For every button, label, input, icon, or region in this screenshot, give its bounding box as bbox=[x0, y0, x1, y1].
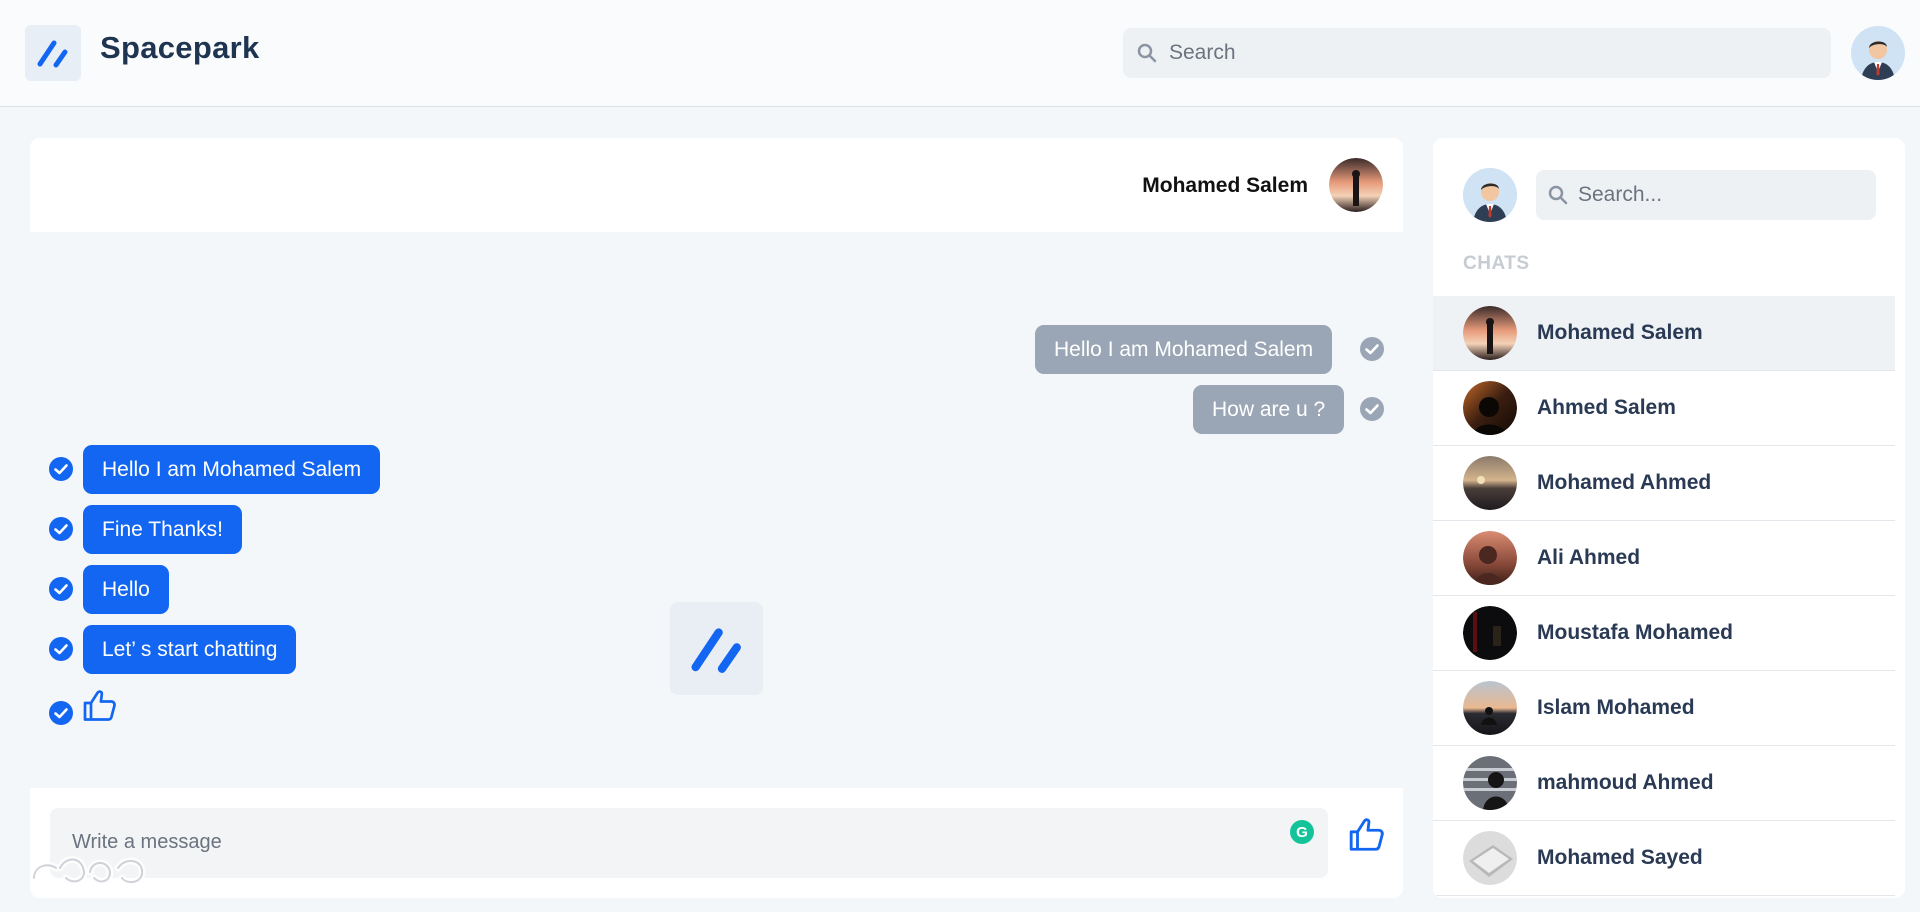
chat-avatar bbox=[1463, 456, 1517, 510]
chat-avatar bbox=[1463, 831, 1517, 885]
logo-icon bbox=[690, 627, 741, 673]
chat-name: Mohamed Sayed bbox=[1537, 846, 1703, 869]
send-like-button[interactable] bbox=[1348, 816, 1386, 854]
message-composer: G bbox=[30, 788, 1403, 898]
watermark-logo-icon bbox=[30, 856, 146, 886]
chat-contact-avatar[interactable] bbox=[1329, 158, 1383, 212]
user-avatar-icon bbox=[1851, 26, 1905, 80]
chat-header: Mohamed Salem bbox=[30, 138, 1403, 232]
chat-list-item[interactable]: Ali Ahmed bbox=[1433, 521, 1895, 596]
chat-name: Moustafa Mohamed bbox=[1537, 621, 1734, 644]
chat-avatar bbox=[1463, 381, 1517, 435]
app-logo[interactable] bbox=[25, 25, 81, 81]
thumbs-up-icon bbox=[83, 690, 116, 721]
laptop-icon bbox=[1463, 831, 1517, 885]
sunset-sitting-icon bbox=[1463, 681, 1517, 735]
chat-panel: Mohamed Salem Hello I am Mohamed Salem H… bbox=[30, 138, 1403, 898]
chat-list-item[interactable]: Moustafa Mohamed bbox=[1433, 596, 1895, 671]
chat-list-item[interactable]: Mohamed Ahmed bbox=[1433, 446, 1895, 521]
chat-name: Ali Ahmed bbox=[1537, 546, 1641, 569]
chat-name: Mohamed Ahmed bbox=[1537, 471, 1712, 494]
chat-search[interactable] bbox=[1536, 170, 1876, 220]
chat-avatar bbox=[1463, 606, 1517, 660]
message-sent: How are u ? bbox=[1193, 385, 1345, 434]
user-avatar[interactable] bbox=[1851, 26, 1905, 80]
message-received: Fine Thanks! bbox=[83, 505, 243, 554]
read-check-icon bbox=[49, 517, 73, 541]
read-check-icon bbox=[1360, 397, 1384, 421]
chat-list-item[interactable]: Mohamed Sayed bbox=[1433, 821, 1895, 896]
message-input-wrapper[interactable]: G bbox=[50, 808, 1328, 878]
chat-avatar bbox=[1463, 756, 1517, 810]
sunset-silhouette-icon bbox=[1329, 158, 1383, 212]
chat-name: Ahmed Salem bbox=[1537, 396, 1676, 419]
logo-icon bbox=[37, 40, 68, 68]
user-avatar-icon bbox=[1463, 168, 1517, 222]
window-silhouette-icon bbox=[1463, 756, 1517, 810]
message-received: Hello bbox=[83, 565, 169, 614]
global-search[interactable] bbox=[1123, 28, 1831, 78]
read-check-icon bbox=[49, 637, 73, 661]
grammarly-icon[interactable]: G bbox=[1290, 820, 1314, 844]
search-icon bbox=[1548, 185, 1568, 205]
chat-avatar bbox=[1463, 306, 1517, 360]
read-check-icon bbox=[49, 457, 73, 481]
night-silhouette-icon bbox=[1463, 606, 1517, 660]
chat-name: mahmoud Ahmed bbox=[1537, 771, 1714, 794]
read-check-icon bbox=[49, 701, 73, 725]
global-search-input[interactable] bbox=[1167, 40, 1811, 66]
woman-silhouette-icon bbox=[1463, 531, 1517, 585]
chat-name: Islam Mohamed bbox=[1537, 696, 1695, 719]
top-bar: Spacepark bbox=[0, 0, 1920, 107]
sunset-silhouette-icon bbox=[1463, 306, 1517, 360]
sidebar-user-avatar[interactable] bbox=[1463, 168, 1517, 222]
message-input[interactable] bbox=[70, 830, 1224, 855]
brand-name: Spacepark bbox=[100, 30, 260, 65]
chats-heading: CHATS bbox=[1463, 253, 1530, 274]
read-check-icon bbox=[49, 577, 73, 601]
chat-avatar bbox=[1463, 681, 1517, 735]
message-received: Hello I am Mohamed Salem bbox=[83, 445, 381, 494]
chat-contact-name: Mohamed Salem bbox=[1142, 174, 1308, 197]
chat-avatar bbox=[1463, 531, 1517, 585]
search-icon bbox=[1137, 43, 1157, 63]
chat-list-item[interactable]: Ahmed Salem bbox=[1433, 371, 1895, 446]
message-received: Let’ s start chatting bbox=[83, 625, 297, 674]
chat-list-item[interactable]: mahmoud Ahmed bbox=[1433, 746, 1895, 821]
chat-name: Mohamed Salem bbox=[1537, 321, 1703, 344]
center-logo bbox=[670, 602, 763, 695]
read-check-icon bbox=[1360, 337, 1384, 361]
chat-search-input[interactable] bbox=[1576, 182, 1870, 208]
chats-sidebar: CHATS Mohamed Salem Ahmed Salem bbox=[1433, 138, 1905, 898]
chat-list-item[interactable]: Mohamed Salem bbox=[1433, 296, 1895, 371]
dark-silhouette-icon bbox=[1463, 381, 1517, 435]
chat-list: Mohamed Salem Ahmed Salem Mohamed Ahmed bbox=[1433, 296, 1895, 896]
beach-sunset-icon bbox=[1463, 456, 1517, 510]
chat-list-item[interactable]: Islam Mohamed bbox=[1433, 671, 1895, 746]
message-sent: Hello I am Mohamed Salem bbox=[1035, 325, 1333, 374]
